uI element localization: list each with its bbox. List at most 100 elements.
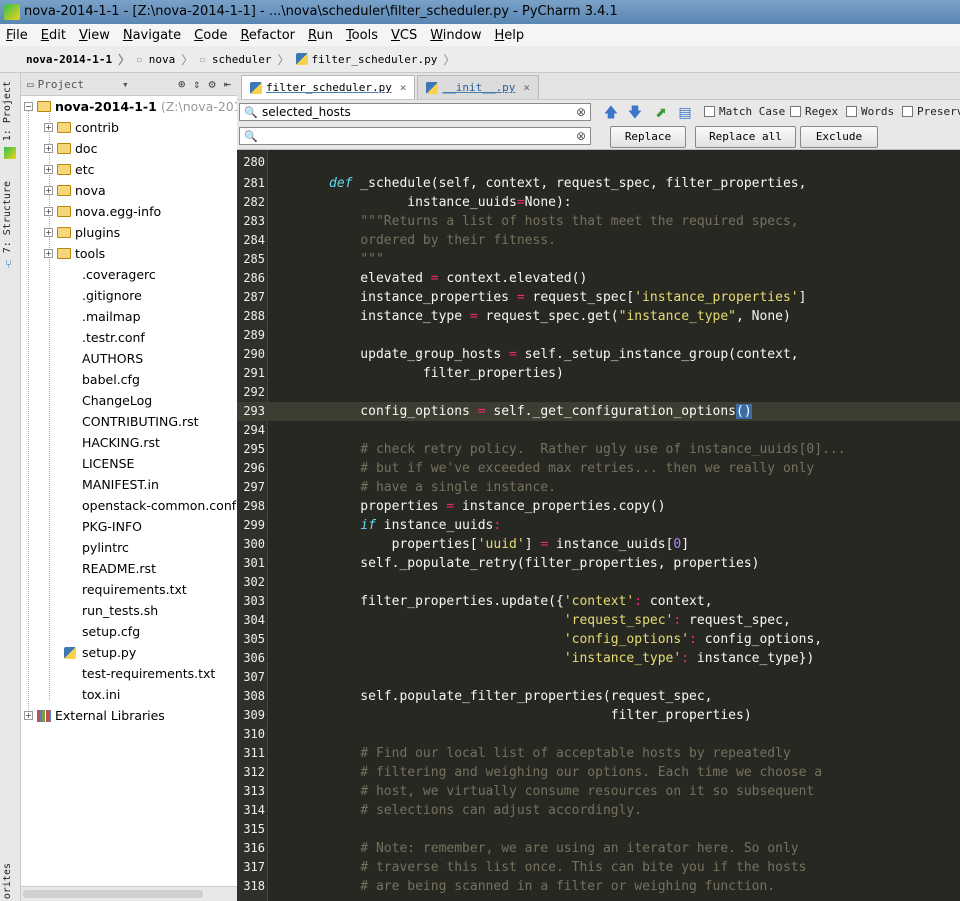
exclude-button[interactable]: Exclude (800, 126, 878, 148)
tree-folder[interactable]: + contrib (44, 117, 119, 138)
clear-icon[interactable]: ⊗ (576, 128, 586, 144)
words-option[interactable]: Words (846, 105, 894, 118)
add-selection-icon[interactable]: ⬈ (652, 104, 670, 122)
menu-vcs[interactable]: VCS (391, 28, 417, 43)
tree-folder[interactable]: + plugins (44, 222, 120, 243)
left-tool-strip: 1: Project 7: Structure ⑂ orites (0, 73, 21, 901)
tree-file[interactable]: babel.cfg (82, 369, 140, 390)
tree-file[interactable]: openstack-common.conf (82, 495, 236, 516)
code-line: 285 """ (243, 252, 384, 267)
expand-icon[interactable]: + (44, 123, 53, 132)
structure-tool-tab[interactable]: 7: Structure (2, 181, 13, 253)
search-icon: 🔍 (244, 106, 258, 119)
select-all-occurrences-icon[interactable]: ▤ (676, 104, 694, 122)
project-tree-scrollbar[interactable] (21, 886, 237, 901)
menu-window[interactable]: Window (430, 28, 481, 43)
menu-help[interactable]: Help (495, 28, 525, 43)
structure-tool-icon: ⑂ (5, 257, 13, 271)
code-line: 309 filter_properties) (243, 708, 752, 723)
tree-file[interactable]: .coveragerc (82, 264, 156, 285)
code-line: 292 (243, 385, 265, 399)
tree-file[interactable]: setup.cfg (82, 621, 140, 642)
tree-file[interactable]: AUTHORS (82, 348, 143, 369)
expand-icon[interactable]: + (44, 186, 53, 195)
close-icon[interactable]: × (400, 81, 407, 94)
breadcrumb-nova[interactable]: ▫ nova 〉 (136, 51, 193, 68)
breadcrumb-scheduler[interactable]: ▫ scheduler 〉 (199, 51, 289, 68)
expand-icon[interactable]: + (44, 144, 53, 153)
expand-icon[interactable]: + (24, 711, 33, 720)
tree-folder[interactable]: + nova.egg-info (44, 201, 161, 222)
close-icon[interactable]: × (523, 81, 530, 94)
preserve-case-option[interactable]: Preserve (902, 105, 960, 118)
tab-filter-scheduler[interactable]: filter_scheduler.py × (241, 75, 416, 99)
project-panel-header: ▭ Project ▾ ⊕ ⇕ ⚙ ⇤ (21, 73, 237, 96)
code-line: 288 instance_type = request_spec.get("in… (243, 309, 791, 324)
breadcrumb-file[interactable]: filter_scheduler.py 〉 (295, 51, 455, 68)
favorites-tool-tab[interactable]: orites (2, 863, 13, 899)
target-icon[interactable]: ⊕ (178, 77, 185, 91)
tree-file[interactable]: pylintrc (82, 537, 129, 558)
menu-navigate[interactable]: Navigate (123, 28, 181, 43)
collapse-icon[interactable]: − (24, 102, 33, 111)
previous-occurrence-icon[interactable]: 🡅 (602, 104, 620, 122)
menu-file[interactable]: File (6, 28, 28, 43)
code-line: 316 # Note: remember, we are using an it… (243, 841, 799, 856)
tree-file[interactable]: test-requirements.txt (82, 663, 215, 684)
gear-icon[interactable]: ⚙ (209, 77, 216, 91)
menu-refactor[interactable]: Refactor (240, 28, 295, 43)
tree-file[interactable]: PKG-INFO (82, 516, 142, 537)
tree-file[interactable]: requirements.txt (82, 579, 187, 600)
menu-code[interactable]: Code (194, 28, 227, 43)
tree-file[interactable]: CONTRIBUTING.rst (82, 411, 199, 432)
collapse-icon[interactable]: ⇕ (193, 77, 200, 91)
checkbox[interactable] (790, 106, 801, 117)
checkbox[interactable] (846, 106, 857, 117)
menu-run[interactable]: Run (308, 28, 333, 43)
breadcrumb-root[interactable]: nova-2014-1-1 〉 (26, 51, 130, 68)
tree-file[interactable]: README.rst (82, 558, 156, 579)
tree-file[interactable]: tox.ini (82, 684, 120, 705)
expand-icon[interactable]: + (44, 207, 53, 216)
expand-icon[interactable]: + (44, 249, 53, 258)
tree-file[interactable]: ChangeLog (82, 390, 152, 411)
next-occurrence-icon[interactable]: 🡇 (626, 104, 644, 122)
replace-input[interactable]: 🔍 ⊗ (239, 127, 591, 145)
code-line: 318 # are being scanned in a filter or w… (243, 879, 776, 894)
tree-folder[interactable]: + tools (44, 243, 105, 264)
tree-file[interactable]: MANIFEST.in (82, 474, 159, 495)
clear-icon[interactable]: ⊗ (576, 104, 586, 120)
expand-icon[interactable]: + (44, 228, 53, 237)
regex-option[interactable]: Regex (790, 105, 838, 118)
tree-folder[interactable]: + doc (44, 138, 97, 159)
checkbox[interactable] (704, 106, 715, 117)
menu-tools[interactable]: Tools (346, 28, 378, 43)
tree-file[interactable]: LICENSE (82, 453, 134, 474)
match-case-option[interactable]: Match Case (704, 105, 785, 118)
tree-file[interactable]: .testr.conf (82, 327, 145, 348)
tab-init[interactable]: __init__.py × (417, 75, 539, 99)
replace-button[interactable]: Replace (610, 126, 686, 148)
expand-icon[interactable]: + (44, 165, 53, 174)
menu-view[interactable]: View (79, 28, 110, 43)
menu-bar: File Edit View Navigate Code Refactor Ru… (0, 24, 960, 46)
code-editor[interactable]: 280 281 def _schedule(self, context, requ… (237, 150, 960, 901)
tree-folder[interactable]: + etc (44, 159, 94, 180)
hide-panel-icon[interactable]: ⇤ (224, 77, 231, 91)
tree-root[interactable]: − nova-2014-1-1 (Z:\nova-2014- (24, 96, 237, 117)
tree-external-libraries[interactable]: + External Libraries (24, 705, 165, 726)
chevron-down-icon[interactable]: ▾ (122, 78, 129, 91)
tree-file[interactable]: setup.py (64, 642, 136, 663)
tree-file[interactable]: run_tests.sh (82, 600, 158, 621)
code-line: 299 if instance_uuids: (243, 518, 502, 533)
tree-file[interactable]: .mailmap (82, 306, 141, 327)
tree-folder[interactable]: + nova (44, 180, 106, 201)
menu-edit[interactable]: Edit (41, 28, 66, 43)
tree-file[interactable]: .gitignore (82, 285, 142, 306)
project-view-selector[interactable]: Project (38, 78, 84, 91)
replace-all-button[interactable]: Replace all (695, 126, 796, 148)
project-tool-tab[interactable]: 1: Project (2, 81, 13, 141)
tree-file[interactable]: HACKING.rst (82, 432, 160, 453)
checkbox[interactable] (902, 106, 913, 117)
search-input[interactable]: 🔍 selected_hosts ⊗ (239, 103, 591, 121)
